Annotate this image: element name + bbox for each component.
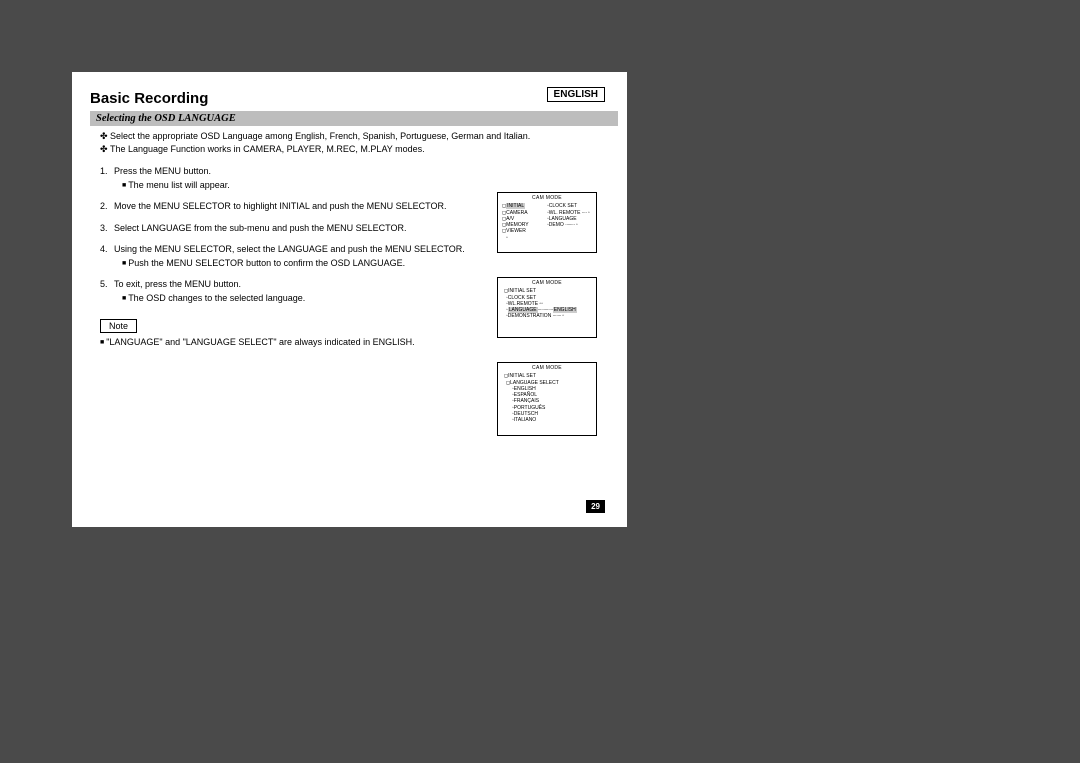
- step-item: 4.Using the MENU SELECTOR, select the LA…: [100, 243, 495, 270]
- step-item: 5.To exit, press the MENU button. The OS…: [100, 278, 495, 305]
- osd-screen-1: CAM MODE ◻INITIAL ◦CLOCK SET ◻CAMERA ◦WL…: [497, 192, 597, 253]
- steps-list: 1.Press the MENU button. The menu list w…: [100, 165, 495, 305]
- step-item: 2.Move the MENU SELECTOR to highlight IN…: [100, 200, 495, 214]
- section-subtitle: Selecting the OSD LANGUAGE: [90, 111, 618, 126]
- note-label: Note: [100, 319, 137, 333]
- osd-screen-3: CAM MODE ◻INITIAL SET ◻LANGUAGE SELECT ◦…: [497, 362, 597, 436]
- manual-page: ENGLISH Basic Recording Selecting the OS…: [72, 72, 627, 527]
- page-title: Basic Recording: [90, 90, 617, 107]
- intro-block: ✤Select the appropriate OSD Language amo…: [112, 130, 617, 155]
- note-text: "LANGUAGE" and "LANGUAGE SELECT" are alw…: [100, 337, 617, 347]
- intro-line: The Language Function works in CAMERA, P…: [110, 144, 425, 154]
- step-item: 3.Select LANGUAGE from the sub-menu and …: [100, 222, 495, 236]
- page-number: 29: [586, 500, 605, 513]
- osd-title: CAM MODE: [498, 193, 596, 203]
- intro-line: Select the appropriate OSD Language amon…: [110, 131, 530, 141]
- osd-screen-2: CAM MODE ◻INITIAL SET ◦CLOCK SET ◦WL.REM…: [497, 277, 597, 338]
- language-badge: ENGLISH: [547, 87, 605, 102]
- step-sub: Push the MENU SELECTOR button to confirm…: [122, 257, 495, 271]
- osd-title: CAM MODE: [498, 363, 596, 373]
- step-item: 1.Press the MENU button. The menu list w…: [100, 165, 495, 192]
- step-sub: The menu list will appear.: [122, 179, 495, 193]
- osd-title: CAM MODE: [498, 278, 596, 288]
- step-sub: The OSD changes to the selected language…: [122, 292, 495, 306]
